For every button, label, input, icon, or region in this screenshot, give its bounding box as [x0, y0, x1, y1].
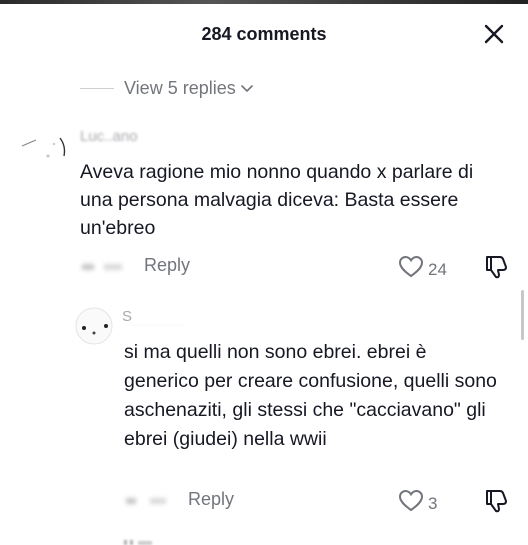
replies-divider-line: [80, 87, 114, 89]
view-replies-button[interactable]: View 5 replies: [80, 76, 254, 100]
chevron-down-icon: [240, 81, 254, 95]
like-count: 24: [428, 259, 447, 279]
comment-text: si ma quelli non sono ebrei. ebrei è gen…: [124, 341, 497, 450]
next-comment-username-partial: [124, 540, 152, 545]
comments-header: 284 comments: [0, 4, 528, 60]
comment-username[interactable]: Luc..ano: [80, 128, 138, 144]
comment-actions: Reply 24: [80, 253, 520, 281]
thumbs-down-icon[interactable]: [482, 253, 510, 281]
comment-timestamp-blurred: [126, 498, 166, 504]
comments-count-title: 284 comments: [201, 24, 327, 44]
reply-button[interactable]: Reply: [144, 255, 190, 276]
thumbs-down-icon[interactable]: [482, 487, 510, 515]
view-replies-label: View 5 replies: [124, 77, 236, 98]
like-count: 3: [428, 493, 438, 513]
comment-timestamp-blurred: [82, 264, 122, 270]
avatar[interactable]: [74, 306, 114, 346]
comments-sheet: 284 comments View 5 replies Luc..ano Ave…: [0, 0, 528, 545]
close-icon[interactable]: [482, 22, 506, 46]
comment-text: Aveva ragione mio nonno quando x parlare…: [80, 161, 474, 239]
like-button[interactable]: 3: [398, 489, 437, 518]
heart-outline-icon: [398, 255, 424, 284]
comment-username-text: S: [122, 308, 133, 325]
comment-username[interactable]: S: [122, 308, 192, 326]
reply-button[interactable]: Reply: [188, 489, 234, 510]
comment-actions: Reply 3: [124, 487, 518, 515]
avatar[interactable]: [14, 126, 72, 184]
like-button[interactable]: 24: [398, 255, 447, 284]
scrollbar[interactable]: [521, 290, 524, 340]
heart-outline-icon: [398, 489, 424, 518]
